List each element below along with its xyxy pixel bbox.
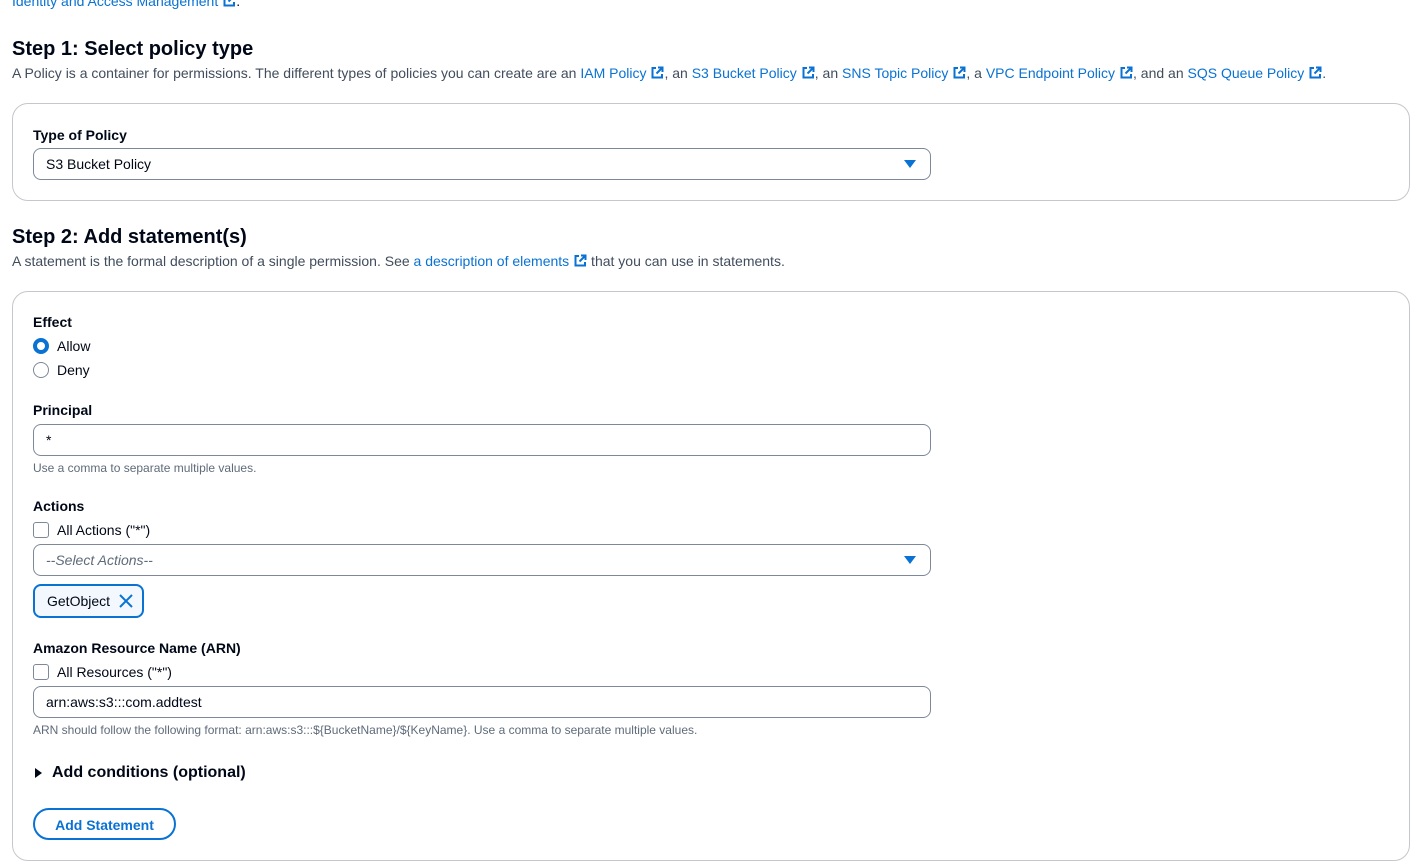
effect-deny-radio[interactable]: Deny [33, 361, 90, 379]
close-icon[interactable] [118, 593, 134, 609]
separator: , and an [1133, 65, 1188, 81]
vpc-endpoint-policy-link[interactable]: VPC Endpoint Policy [986, 65, 1133, 81]
principal-value: * [46, 432, 52, 448]
policy-type-select[interactable]: S3 Bucket Policy [33, 148, 931, 180]
iam-link-suffix: . [236, 0, 241, 9]
arn-label: Amazon Resource Name (ARN) [33, 640, 241, 656]
separator: , a [966, 65, 986, 81]
add-statement-button[interactable]: Add Statement [33, 808, 176, 840]
separator: , an [664, 65, 692, 81]
iam-link-line: Identity and Access Management. [12, 0, 240, 9]
step1-title: Step 1: Select policy type [12, 38, 254, 60]
add-conditions-expander[interactable]: Add conditions (optional) [35, 763, 246, 783]
caret-right-icon [35, 768, 42, 778]
all-resources-checkbox[interactable]: All Resources ("*") [33, 663, 172, 681]
effect-allow-radio[interactable]: Allow [33, 337, 90, 355]
caret-down-icon [904, 160, 916, 168]
step2-title: Step 2: Add statement(s) [12, 226, 247, 248]
external-link-icon [1309, 66, 1322, 79]
type-of-policy-label: Type of Policy [33, 127, 127, 143]
separator: , an [814, 65, 843, 81]
iam-policy-link[interactable]: IAM Policy [580, 65, 664, 81]
external-link-icon [651, 66, 664, 79]
add-conditions-label: Add conditions (optional) [52, 764, 246, 781]
sns-topic-policy-link[interactable]: SNS Topic Policy [842, 65, 966, 81]
action-token-getobject: GetObject [33, 584, 145, 618]
effect-deny-label: Deny [57, 362, 90, 378]
external-link-icon [223, 0, 236, 7]
external-link-icon [574, 254, 587, 267]
external-link-icon [953, 66, 966, 79]
elements-description-link-label: a description of elements [413, 253, 570, 269]
all-resources-label: All Resources ("*") [57, 664, 172, 680]
vpc-endpoint-policy-link-label: VPC Endpoint Policy [985, 65, 1116, 81]
action-token-label: GetObject [47, 593, 111, 609]
actions-placeholder: --Select Actions-- [46, 552, 153, 568]
sqs-queue-policy-link-label: SQS Queue Policy [1187, 65, 1305, 81]
external-link-icon [802, 66, 815, 79]
effect-label: Effect [33, 314, 72, 330]
s3-bucket-policy-link[interactable]: S3 Bucket Policy [692, 65, 815, 81]
statement-card: Effect Allow Deny Principal * Use a comm… [12, 291, 1410, 861]
step1-desc-text: A Policy is a container for permissions.… [12, 65, 581, 81]
step2-desc-text: A statement is the formal description of… [12, 253, 414, 269]
principal-label: Principal [33, 402, 93, 418]
iam-doc-link[interactable]: Identity and Access Management [12, 0, 236, 9]
effect-allow-label: Allow [57, 338, 91, 354]
caret-down-icon [904, 556, 916, 564]
arn-help-text: ARN should follow the following format: … [33, 723, 698, 737]
step2-desc-suffix: that you can use in statements. [587, 253, 785, 269]
iam-doc-link-label: Identity and Access Management [12, 0, 219, 9]
sqs-queue-policy-link[interactable]: SQS Queue Policy [1188, 65, 1323, 81]
elements-description-link[interactable]: a description of elements [414, 253, 588, 269]
policy-type-value: S3 Bucket Policy [46, 156, 152, 172]
principal-input[interactable]: * [33, 424, 931, 456]
checkbox-icon[interactable] [33, 664, 49, 680]
iam-policy-link-label: IAM Policy [580, 65, 647, 81]
step2-description: A statement is the formal description of… [12, 252, 785, 270]
step1-description: A Policy is a container for permissions.… [12, 64, 1326, 82]
policy-type-card: Type of Policy S3 Bucket Policy [12, 103, 1410, 201]
actions-label: Actions [33, 498, 85, 514]
actions-select[interactable]: --Select Actions-- [33, 544, 931, 576]
all-actions-label: All Actions ("*") [57, 522, 151, 538]
separator: . [1322, 65, 1327, 81]
principal-help-text: Use a comma to separate multiple values. [33, 461, 257, 475]
all-actions-checkbox[interactable]: All Actions ("*") [33, 521, 150, 539]
external-link-icon [1120, 66, 1133, 79]
radio-unselected-icon[interactable] [33, 362, 49, 378]
radio-selected-icon[interactable] [33, 338, 49, 354]
s3-bucket-policy-link-label: S3 Bucket Policy [691, 65, 797, 81]
arn-value: arn:aws:s3:::com.addtest [46, 694, 202, 710]
checkbox-icon[interactable] [33, 522, 49, 538]
sns-topic-policy-link-label: SNS Topic Policy [842, 65, 949, 81]
arn-input[interactable]: arn:aws:s3:::com.addtest [33, 686, 931, 718]
